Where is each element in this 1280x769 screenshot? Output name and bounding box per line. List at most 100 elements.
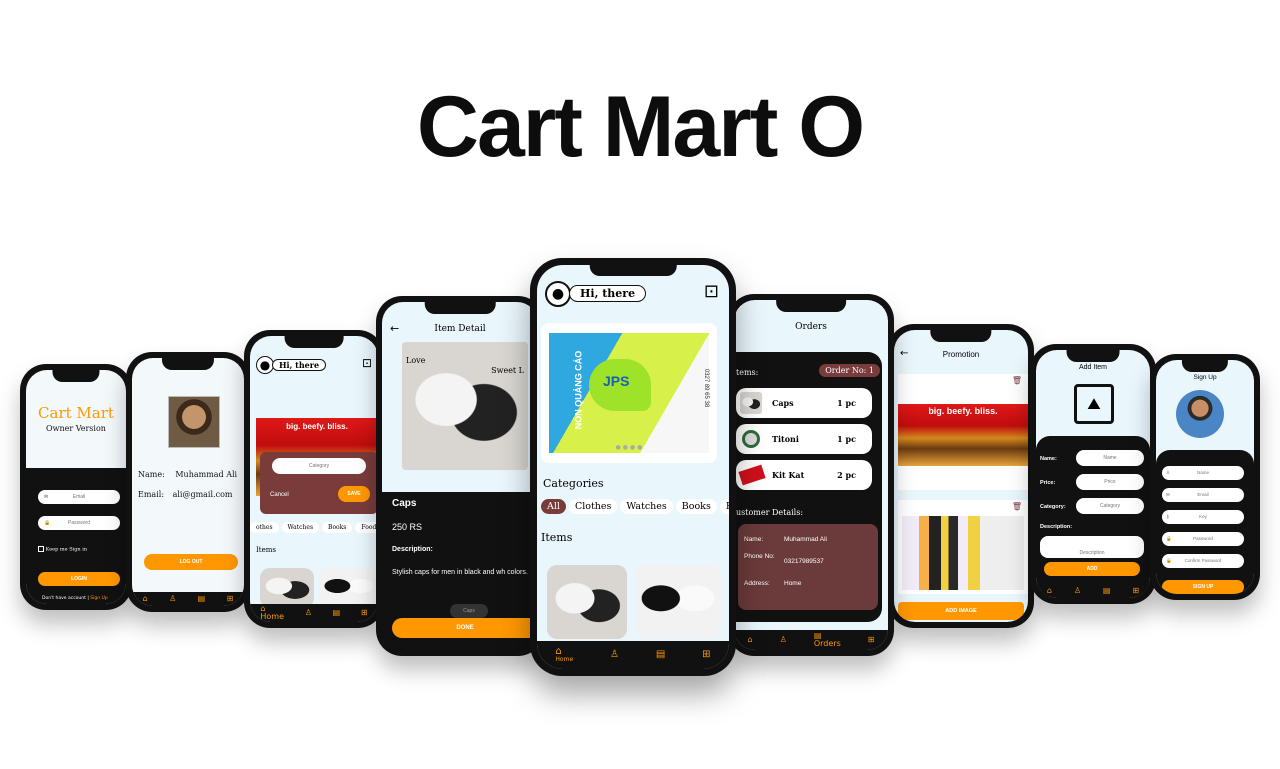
- chip-watches[interactable]: Watches: [620, 499, 673, 514]
- chip-all[interactable]: All: [541, 499, 566, 514]
- user-icon[interactable]: ♙: [1074, 587, 1081, 595]
- add-photo-icon[interactable]: ⊡: [362, 356, 372, 370]
- orders-icon[interactable]: ▤: [333, 609, 341, 617]
- item-card-caps[interactable]: [547, 565, 627, 639]
- home-icon[interactable]: ⌂: [143, 595, 148, 603]
- mail-icon: ✉: [44, 494, 49, 500]
- nav-orders-label: Orders: [813, 639, 841, 648]
- orders-icon[interactable]: ▤ Orders: [814, 632, 841, 648]
- promo-vertical-text: NÓN QUẢNG CÁO: [573, 350, 584, 430]
- email-placeholder: Email: [72, 494, 86, 500]
- email-field[interactable]: ✉ Email: [38, 490, 120, 504]
- category-field[interactable]: Category: [272, 458, 366, 474]
- phone-login: Cart Mart Owner Version ✉ Email 🔒 Passwo…: [20, 364, 132, 610]
- price-label: Price:: [1040, 480, 1056, 486]
- promo-banner-books: [902, 516, 1024, 590]
- promo-card-2: 🗑: [898, 500, 1028, 594]
- home-icon[interactable]: ⌂: [748, 636, 753, 644]
- home-icon[interactable]: ⌂: [1047, 587, 1052, 595]
- signup-link[interactable]: Sign Up: [90, 596, 107, 601]
- login-button[interactable]: LOGIN: [38, 572, 120, 586]
- logout-button[interactable]: LOG OUT: [144, 554, 238, 570]
- home-screen: ● Hi, there ⊡ NÓN QUẢNG CÁO JPS 0327 89 …: [537, 265, 729, 669]
- add-icon[interactable]: ⊞: [702, 650, 710, 660]
- chip-clothes[interactable]: Clothes: [568, 499, 618, 514]
- keep-signed-in[interactable]: Keep me Sign in: [38, 546, 87, 553]
- cancel-button[interactable]: Cancel: [270, 492, 289, 498]
- add-icon[interactable]: ⊞: [868, 636, 875, 644]
- signup-button[interactable]: SIGN UP: [1162, 580, 1244, 594]
- orders-icon[interactable]: ▤: [198, 595, 206, 603]
- no-account-text: Don't have account |: [42, 596, 89, 601]
- phone-home-center: ● Hi, there ⊡ NÓN QUẢNG CÁO JPS 0327 89 …: [530, 258, 736, 676]
- user-icon: ♙: [1166, 470, 1171, 475]
- item-card-shirts[interactable]: [320, 568, 378, 608]
- header-bar: ● Hi, there ⊡: [545, 281, 721, 307]
- name-field[interactable]: ♙ Name: [1162, 466, 1244, 480]
- description-field[interactable]: Description: [1040, 536, 1144, 558]
- user-icon[interactable]: ♙: [610, 650, 619, 660]
- password-field[interactable]: 🔒 Password: [38, 516, 120, 530]
- chip-food[interactable]: Foo: [719, 499, 729, 514]
- item-card-caps[interactable]: [260, 568, 314, 608]
- banner-text: big. beefy. bliss.: [928, 406, 998, 416]
- chip-books[interactable]: Books: [322, 522, 353, 533]
- phone-promotion: ← Promotion 🗑 big. beefy. bliss. 🗑 ADD I…: [888, 324, 1034, 628]
- user-icon[interactable]: ♙: [305, 609, 312, 617]
- checkbox[interactable]: [38, 546, 44, 552]
- order-item-qty: 2 pc: [837, 470, 856, 480]
- avatar-icon[interactable]: ●: [545, 281, 571, 307]
- done-button[interactable]: DONE: [392, 618, 538, 638]
- add-image-button[interactable]: ADD IMAGE: [898, 602, 1024, 620]
- add-icon[interactable]: ⊞: [227, 595, 234, 603]
- user-icon[interactable]: ♙: [780, 636, 787, 644]
- delete-icon[interactable]: 🗑: [1012, 502, 1022, 511]
- delete-icon[interactable]: 🗑: [1012, 376, 1022, 385]
- lock-icon: 🔒: [44, 520, 51, 526]
- orders-icon[interactable]: ▤: [656, 650, 665, 660]
- chip-food[interactable]: Food: [355, 522, 378, 533]
- email-field[interactable]: ✉ Email: [1162, 488, 1244, 502]
- user-icon[interactable]: ♙: [169, 595, 176, 603]
- cust-phone-value: 03217989537: [784, 558, 824, 565]
- chip-clothes[interactable]: othes: [250, 522, 279, 533]
- signup-prompt: Don't have account | Sign Up: [42, 596, 108, 601]
- order-item-qty: 1 pc: [837, 398, 856, 408]
- login-screen: Cart Mart Owner Version ✉ Email 🔒 Passwo…: [26, 370, 126, 604]
- key-field[interactable]: ⚷ Key: [1162, 510, 1244, 524]
- home-icon[interactable]: ⌂ Home: [260, 605, 284, 621]
- promo-card-1: 🗑 big. beefy. bliss.: [898, 374, 1028, 490]
- cust-name-label: Name:: [744, 536, 764, 543]
- name-value: Muhammad Ali: [175, 470, 238, 479]
- chip-books[interactable]: Books: [675, 499, 717, 514]
- orders-icon[interactable]: ▤: [1103, 587, 1111, 595]
- greeting: Hi, there: [569, 285, 647, 302]
- add-button[interactable]: ADD: [1044, 562, 1140, 576]
- order-item-titoni: Titoni 1 pc: [736, 424, 872, 454]
- confirm-password-field[interactable]: 🔒 Confirm Password: [1162, 554, 1244, 568]
- confirm-placeholder: Confirm Password: [1184, 558, 1222, 563]
- profile-photo: [168, 396, 220, 448]
- bottom-nav: ⌂ ♙ ▤ ⊞: [1036, 584, 1150, 598]
- home-icon[interactable]: ⌂ Home: [555, 647, 573, 663]
- cust-phone-label: Phone No:: [744, 553, 775, 560]
- item-thumb: [740, 392, 762, 414]
- detail-title: Item Detail: [434, 324, 486, 334]
- header-bar: ● Hi, there ⊡: [256, 356, 372, 374]
- chip-watches[interactable]: Watches: [281, 522, 320, 533]
- login-panel: ✉ Email 🔒 Password Keep me Sign in LOGIN…: [26, 468, 126, 604]
- save-button[interactable]: SAVE: [338, 486, 370, 502]
- customer-card: Name: Muhammad Ali Phone No: 03217989537…: [738, 524, 878, 610]
- cust-name-value: Muhammad Ali: [784, 536, 827, 543]
- name-field[interactable]: Name: [1076, 450, 1144, 466]
- category-field[interactable]: Category: [1076, 498, 1144, 514]
- add-icon[interactable]: ⊞: [1132, 587, 1139, 595]
- password-field[interactable]: 🔒 Password: [1162, 532, 1244, 546]
- cust-address-label: Address:: [744, 580, 770, 587]
- add-icon[interactable]: ⊞: [361, 609, 368, 617]
- name-label: Name:: [1040, 456, 1057, 462]
- add-photo-icon[interactable]: ⛰: [1074, 384, 1114, 424]
- item-card-shirts[interactable]: [635, 565, 721, 639]
- price-field[interactable]: Price: [1076, 474, 1144, 490]
- add-photo-icon[interactable]: ⊡: [704, 281, 719, 302]
